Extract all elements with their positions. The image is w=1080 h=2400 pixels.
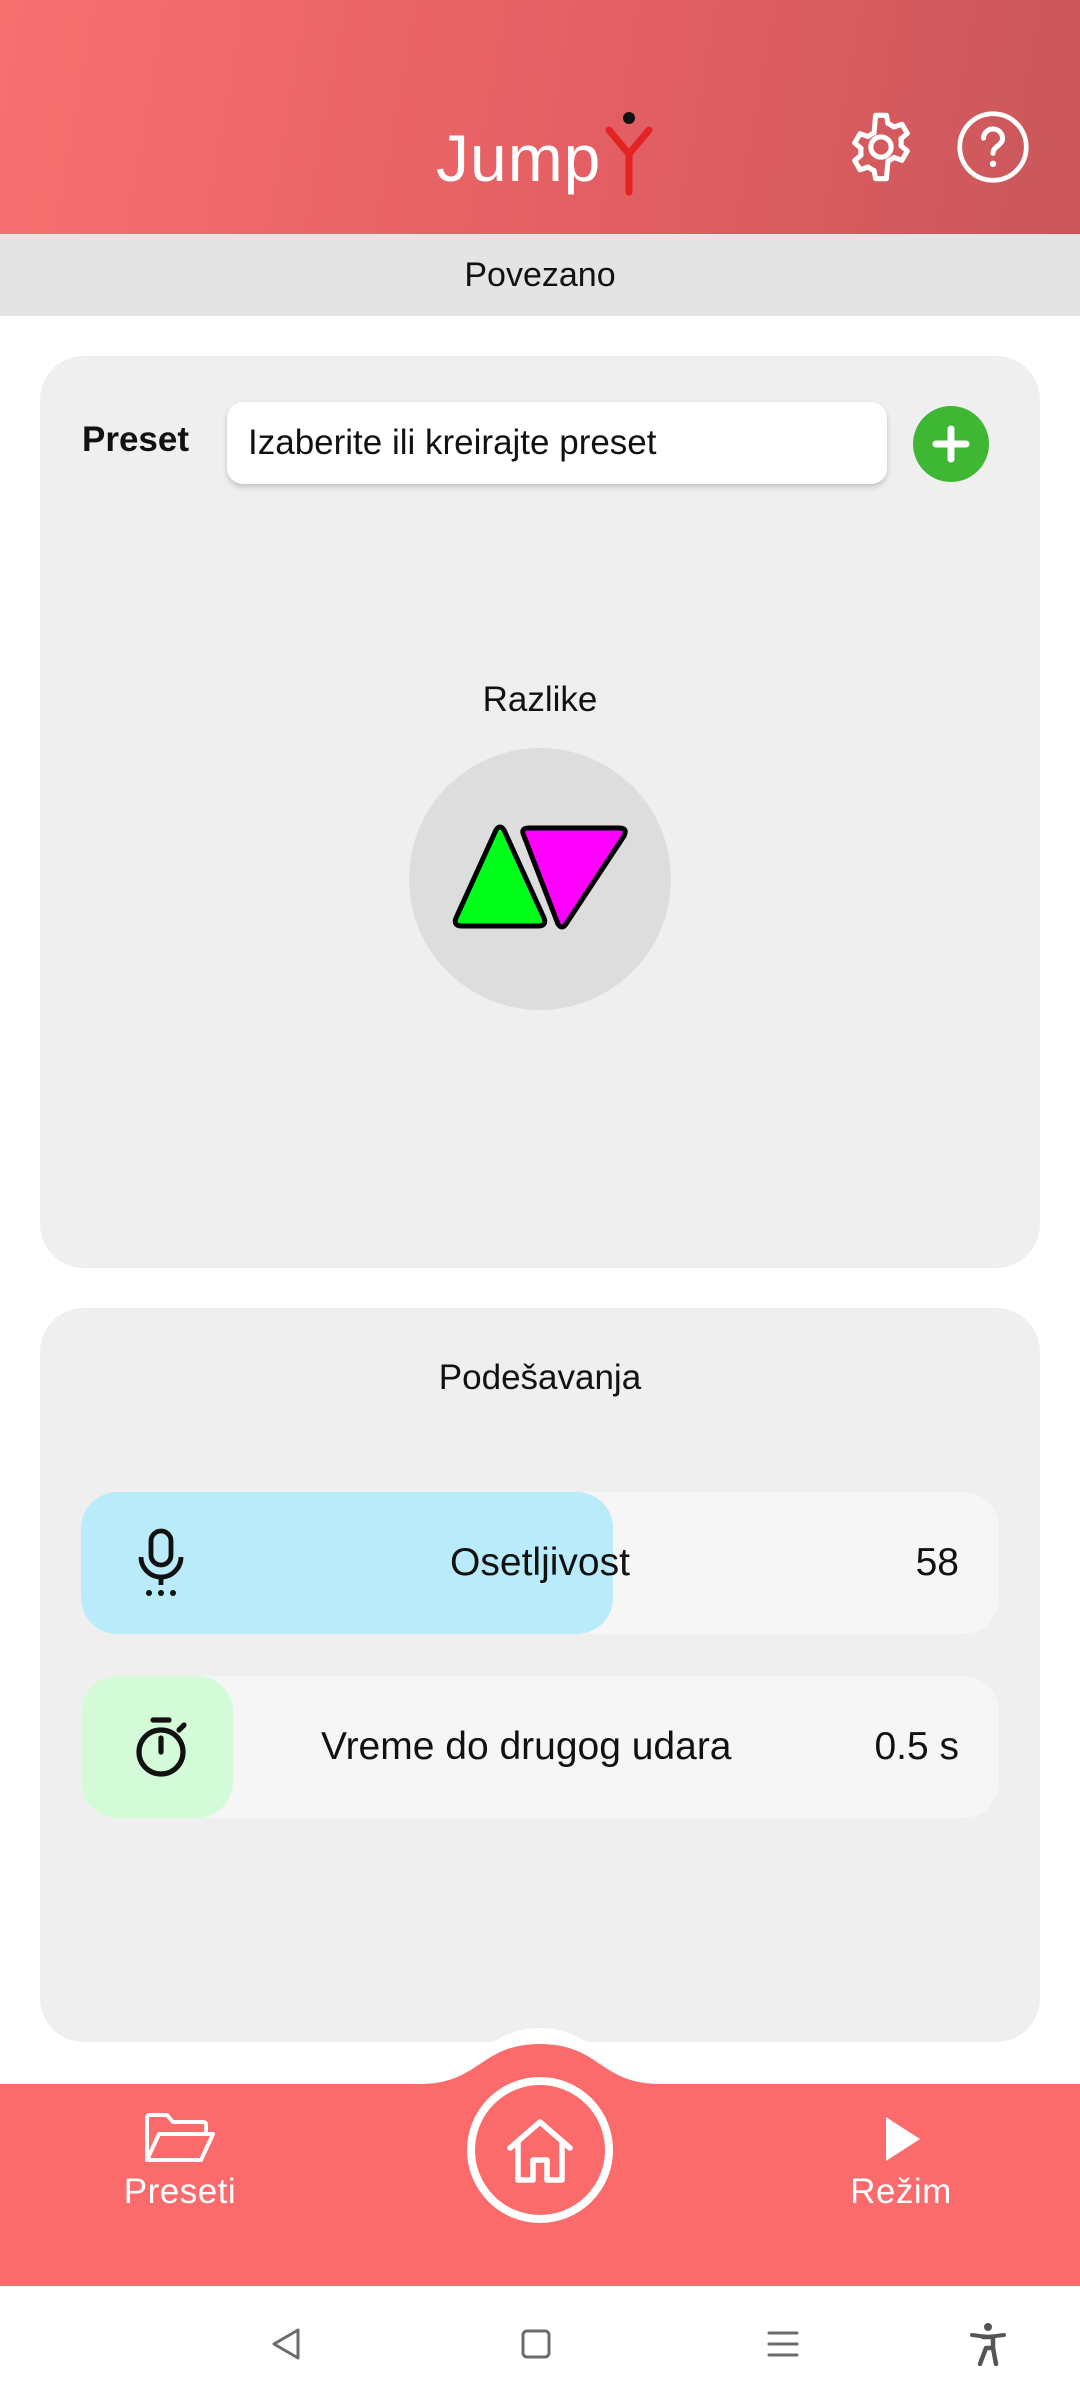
retrigger-time-label: Vreme do drugog udara [321,1725,732,1768]
sensitivity-label: Osetljivost [450,1541,630,1584]
add-preset-button[interactable] [913,406,989,482]
nav-presets[interactable]: Preseti [80,2112,280,2212]
app-logo-text: Jump [436,121,602,195]
system-back-button[interactable] [256,2314,316,2374]
home-button[interactable] [467,2077,613,2223]
plus-icon [932,425,970,463]
preset-select-placeholder: Izaberite ili kreirajte preset [248,423,657,462]
sensitivity-slider[interactable]: Osetljivost 58 [81,1492,999,1634]
triangles-up-down-icon [452,824,628,930]
settings-title: Podešavanja [438,1358,642,1397]
home-icon [507,2119,573,2183]
folder-open-icon [145,2113,215,2162]
stopwatch-icon [123,1709,199,1785]
system-navigation-bar [0,2286,1080,2400]
gear-icon [852,112,910,182]
bottom-navigation: Preseti Režim [0,2000,1080,2286]
back-triangle-icon [272,2328,300,2360]
app-logo: Jump [436,98,659,198]
system-recents-button[interactable] [753,2314,813,2374]
sensitivity-value: 58 [915,1541,959,1584]
square-icon [521,2329,551,2359]
nav-mode[interactable]: Režim [801,2112,1001,2212]
menu-lines-icon [767,2331,799,2357]
settings-card: Podešavanja Osetljivost 58 Vreme do drug… [40,1308,1040,2042]
settings-button[interactable] [839,105,923,189]
retrigger-time-slider[interactable]: Vreme do drugog udara 0.5 s [81,1676,999,1818]
connection-status-bar: Povezano [0,234,1080,316]
connection-status-text: Povezano [464,255,616,294]
accessibility-icon [970,2323,1006,2366]
system-home-button[interactable] [506,2314,566,2374]
help-button[interactable] [951,105,1035,189]
preset-card: Preset Izaberite ili kreirajte preset Ra… [40,356,1040,1268]
help-circle-icon [957,111,1029,183]
jumping-figure-icon [605,112,653,196]
play-icon [886,2117,920,2161]
system-accessibility-button[interactable] [958,2314,1018,2374]
preset-label: Preset [82,420,190,459]
mode-title: Razlike [482,680,598,719]
retrigger-time-value: 0.5 s [874,1725,959,1768]
preset-select-field[interactable]: Izaberite ili kreirajte preset [227,402,887,484]
nav-mode-label: Režim [850,2172,952,2211]
nav-presets-label: Preseti [123,2172,237,2211]
mode-button[interactable] [409,748,671,1010]
app-header: Jump [0,0,1080,234]
